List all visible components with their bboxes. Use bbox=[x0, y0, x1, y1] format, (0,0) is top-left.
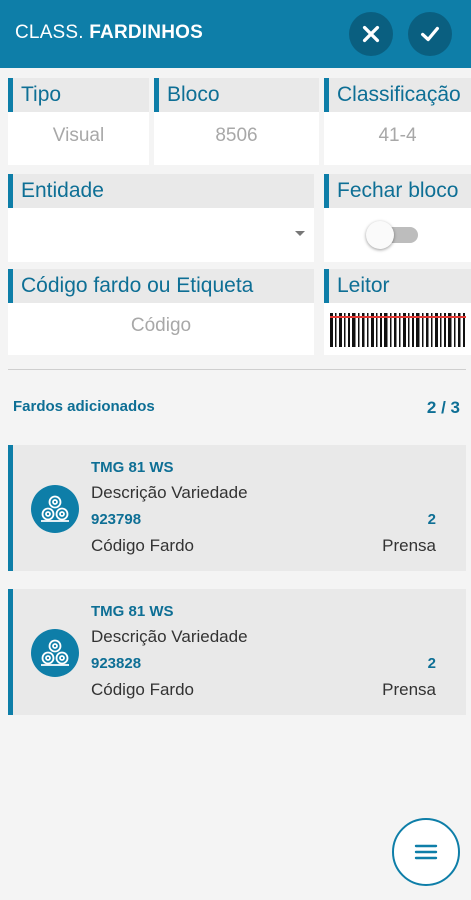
classificacao-field: Classificação 41-4 bbox=[324, 78, 471, 165]
classificacao-label: Classificação bbox=[324, 78, 471, 112]
close-button[interactable] bbox=[349, 12, 393, 56]
codigo-input[interactable]: Código bbox=[8, 303, 314, 355]
tipo-label: Tipo bbox=[8, 78, 149, 112]
tipo-field: Tipo Visual bbox=[8, 78, 149, 165]
bloco-field: Bloco 8506 bbox=[154, 78, 319, 165]
page-title: CLASS. FARDINHOS bbox=[15, 22, 203, 44]
variety-code: TMG 81 WS bbox=[91, 603, 174, 620]
fechar-bloco-toggle[interactable] bbox=[366, 218, 424, 252]
list-item[interactable]: TMG 81 WS Descrição Variedade 923798 Cód… bbox=[8, 445, 466, 571]
barcode-icon bbox=[330, 313, 466, 347]
entidade-select[interactable] bbox=[8, 208, 314, 262]
cotton-bale-icon bbox=[31, 485, 79, 533]
codigo-label: Código fardo ou Etiqueta bbox=[8, 269, 314, 303]
list-title: Fardos adicionados bbox=[13, 398, 155, 415]
leitor-label: Leitor bbox=[324, 269, 471, 303]
check-icon bbox=[421, 26, 439, 42]
entidade-field[interactable]: Entidade bbox=[8, 174, 314, 262]
variety-code: TMG 81 WS bbox=[91, 459, 174, 476]
entidade-label: Entidade bbox=[8, 174, 314, 208]
barcode-reader-button[interactable] bbox=[324, 303, 471, 355]
confirm-button[interactable] bbox=[408, 12, 452, 56]
press-label: Prensa bbox=[382, 536, 436, 555]
classificacao-value: 41-4 bbox=[324, 112, 471, 165]
variety-label: Descrição Variedade bbox=[91, 483, 248, 502]
cotton-bale-icon bbox=[31, 629, 79, 677]
press-number: 2 bbox=[427, 511, 436, 528]
press-label: Prensa bbox=[382, 680, 436, 699]
bloco-value: 8506 bbox=[154, 112, 319, 165]
tipo-value: Visual bbox=[8, 112, 149, 165]
bloco-label: Bloco bbox=[154, 78, 319, 112]
toggle-thumb bbox=[366, 221, 394, 249]
list-count: 2 / 3 bbox=[426, 398, 460, 417]
title-main: FARDINHOS bbox=[89, 22, 203, 43]
divider bbox=[8, 369, 466, 370]
variety-label: Descrição Variedade bbox=[91, 627, 248, 646]
title-prefix: CLASS. bbox=[15, 22, 84, 43]
app-bar: CLASS. FARDINHOS bbox=[0, 0, 471, 68]
menu-button[interactable] bbox=[392, 818, 460, 886]
codigo-field[interactable]: Código fardo ou Etiqueta Código bbox=[8, 269, 314, 355]
fechar-bloco-label: Fechar bloco bbox=[324, 174, 471, 208]
menu-icon bbox=[414, 844, 438, 860]
dropdown-arrow-icon bbox=[295, 231, 305, 236]
close-icon bbox=[362, 25, 380, 43]
press-number: 2 bbox=[427, 655, 436, 672]
list-item[interactable]: TMG 81 WS Descrição Variedade 923828 Cód… bbox=[8, 589, 466, 715]
fechar-bloco-field: Fechar bloco bbox=[324, 174, 471, 262]
leitor-field[interactable]: Leitor bbox=[324, 269, 471, 355]
